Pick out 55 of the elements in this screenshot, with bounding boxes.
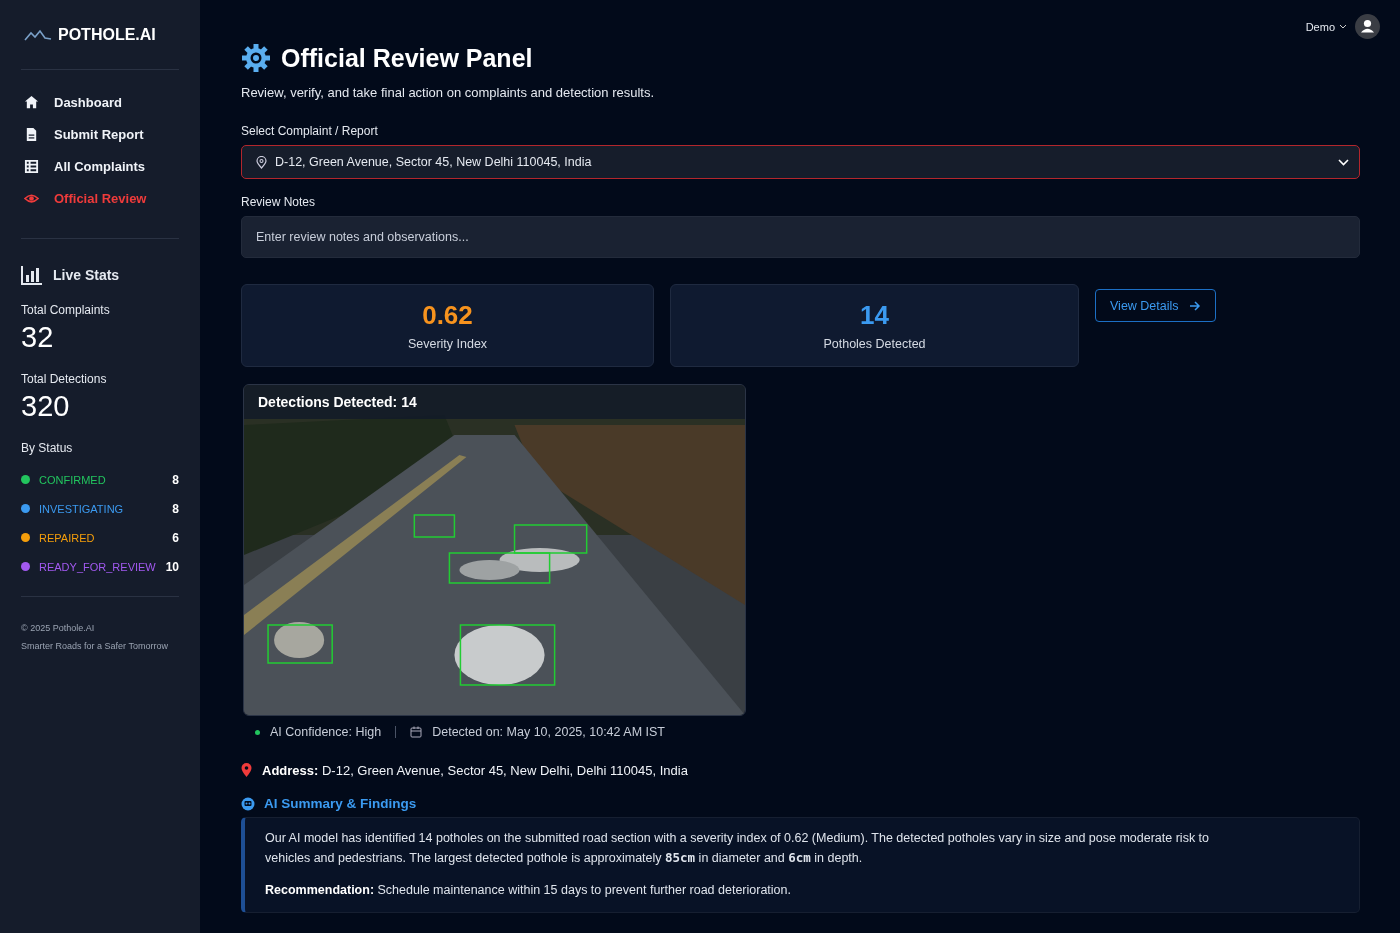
page-title: Official Review Panel — [281, 43, 533, 73]
summary-text: Our AI model has identified 14 potholes on the submitted road section with a severity index of 0.62 (Medium). The detected potholes vary in size and pose moderate risk to vehicles and pedestrians. The largest detected pothole is approximately 85cm in diameter and 6cm in depth. — [265, 830, 1211, 867]
stat-value: 320 — [21, 390, 71, 423]
section-title: AI Summary & Findings — [264, 796, 417, 811]
user-menu[interactable]: Demo — [1305, 20, 1347, 33]
page-subtitle: Review, verify, and take final action on complaints and detection results. — [241, 85, 656, 100]
address-text: Address: D-12, Green Avenue, Sector 45, New Delhi, Delhi 110045, India — [262, 763, 688, 778]
stat-value: 32 — [21, 321, 55, 354]
image-title: Detections Detected: 14 — [244, 385, 745, 419]
confidence-text: AI Confidence: High — [270, 725, 382, 739]
copyright: © 2025 Pothole.AI — [21, 622, 96, 635]
chevron-down-icon — [1338, 158, 1349, 166]
gear-icon — [241, 43, 271, 73]
detected-date: Detected on: May 10, 2025, 10:42 AM IST — [432, 725, 665, 739]
status-count: 8 — [172, 501, 179, 516]
status-name: CONFIRMED — [39, 473, 106, 486]
field-label: Select Complaint / Report — [241, 124, 379, 138]
calendar-icon — [410, 726, 423, 738]
home-icon — [24, 94, 39, 110]
logo-icon — [24, 29, 52, 41]
complaint-select[interactable]: D-12, Green Avenue, Sector 45, New Delhi 110045, India — [241, 145, 1360, 179]
status-name: REPAIRED — [39, 531, 95, 544]
stat-label: Total Complaints — [21, 303, 111, 317]
status-name: INVESTIGATING — [39, 502, 124, 515]
bar-chart-icon — [21, 265, 43, 285]
recommendation-text: Recommendation: Schedule maintenance within 15 days to prevent further road deterioration. — [265, 882, 792, 899]
metric-label: Severity Index — [407, 337, 488, 351]
status-count: 8 — [172, 472, 179, 487]
field-label: Review Notes — [241, 195, 317, 209]
notes-field[interactable]: Enter review notes and observations... — [241, 216, 1360, 258]
nav-item[interactable]: Submit Report — [21, 124, 179, 144]
tagline: Smarter Roads for a Safer Tomorrow — [21, 640, 169, 653]
section-title: Live Stats — [53, 267, 120, 283]
status-count: 6 — [172, 530, 179, 545]
stat-label: By Status — [21, 441, 74, 455]
nav-item[interactable]: Official Review — [21, 188, 179, 208]
table-icon — [24, 158, 39, 174]
nav-item[interactable]: All Complaints — [21, 156, 179, 176]
file-icon — [24, 126, 39, 142]
location-pin-icon — [241, 763, 252, 778]
view-details-button[interactable]: View Details — [1095, 289, 1216, 322]
stat-label: Total Detections — [21, 372, 108, 386]
nav-item[interactable]: Dashboard — [21, 92, 179, 112]
metric-value: 14 — [860, 300, 889, 331]
metric-label: Potholes Detected — [823, 337, 926, 351]
brand-name: POTHOLE.AI — [58, 26, 156, 44]
arrow-right-icon — [1188, 300, 1201, 311]
status-dot — [255, 729, 260, 735]
location-pin-icon — [256, 155, 267, 169]
status-name: READY_FOR_REVIEW — [39, 560, 156, 573]
avatar-icon[interactable] — [1355, 14, 1380, 39]
robot-icon — [241, 796, 255, 811]
status-count: 10 — [165, 559, 179, 574]
chevron-down-icon — [1339, 24, 1347, 29]
metric-value: 0.62 — [422, 300, 473, 331]
